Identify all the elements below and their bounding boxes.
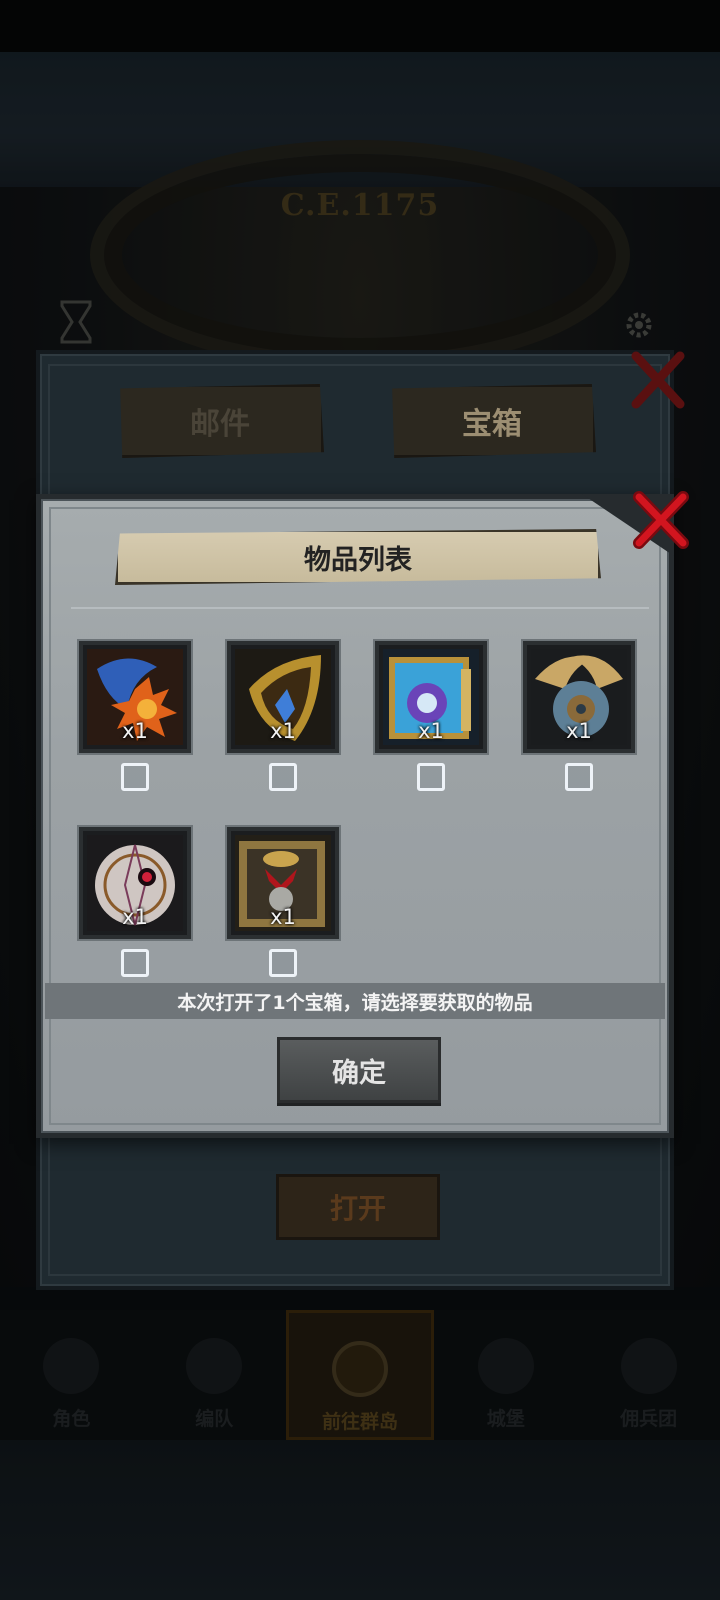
item-quantity: x1 (270, 719, 296, 743)
item-slot[interactable]: x1 (227, 827, 339, 939)
item-quantity: x1 (418, 719, 444, 743)
item-list-dialog: 物品列表 x1 x1 x1 x1 x1 x1 本次打开了1个宝箱，请选择要获取的… (36, 491, 689, 1138)
item-quantity: x1 (122, 905, 148, 929)
item-slot[interactable]: x1 (79, 827, 191, 939)
item-checkbox[interactable] (121, 763, 149, 791)
tab-mail[interactable]: 邮件 (120, 384, 324, 458)
item-checkbox[interactable] (121, 949, 149, 977)
divider (71, 607, 649, 609)
open-button[interactable]: 打开 (276, 1174, 440, 1240)
item-slot[interactable]: x1 (79, 641, 191, 753)
close-icon[interactable] (630, 350, 686, 410)
dialog-title: 物品列表 (115, 529, 601, 585)
item-checkbox[interactable] (565, 763, 593, 791)
selection-message: 本次打开了1个宝箱，请选择要获取的物品 (45, 983, 665, 1019)
confirm-button[interactable]: 确定 (277, 1037, 441, 1103)
item-checkbox[interactable] (269, 763, 297, 791)
close-icon[interactable] (631, 489, 691, 551)
item-slot[interactable]: x1 (523, 641, 635, 753)
tab-chest[interactable]: 宝箱 (392, 384, 596, 458)
item-checkbox[interactable] (269, 949, 297, 977)
item-checkbox[interactable] (417, 763, 445, 791)
item-quantity: x1 (566, 719, 592, 743)
item-quantity: x1 (122, 719, 148, 743)
item-slot[interactable]: x1 (375, 641, 487, 753)
item-slot[interactable]: x1 (227, 641, 339, 753)
item-quantity: x1 (270, 905, 296, 929)
